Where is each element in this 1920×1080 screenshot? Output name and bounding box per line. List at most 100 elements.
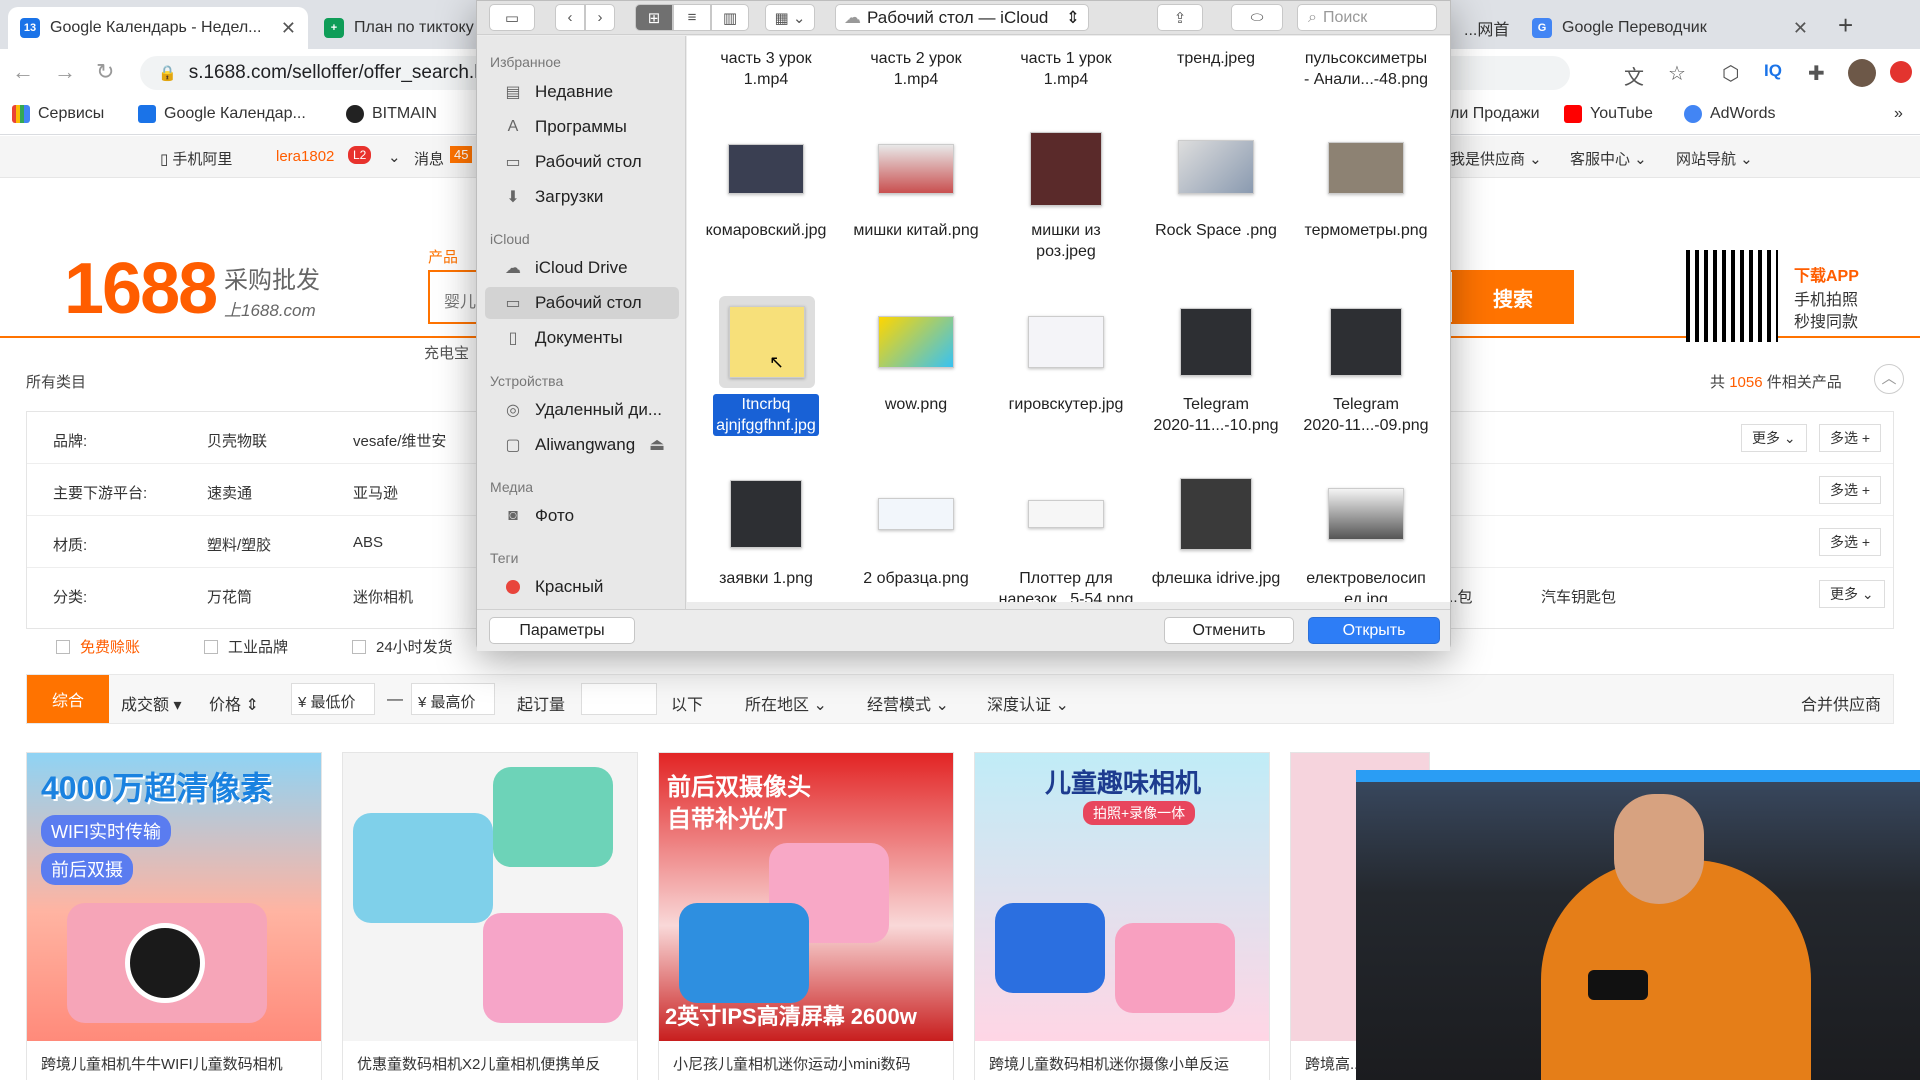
sort-volume[interactable]: 成交额 ▾: [121, 691, 182, 715]
product-title[interactable]: 跨境儿童相机牛牛WIFI儿童数码相机: [41, 1053, 283, 1074]
more-button[interactable]: 更多 ⌄: [1741, 424, 1807, 452]
sidebar-item-remote-disc[interactable]: ◎ Удаленный ди...: [485, 394, 679, 426]
checkbox-box[interactable]: [352, 639, 366, 654]
bookmark-google-calendar[interactable]: Google Календар...: [138, 105, 306, 123]
bookmark-adwords[interactable]: AdWords: [1684, 105, 1776, 123]
list-view-icon[interactable]: ≡: [673, 4, 711, 31]
filter-option[interactable]: 亚马逊: [353, 482, 398, 503]
update-alert-icon[interactable]: [1890, 61, 1912, 83]
tag-icon[interactable]: ⬭: [1231, 4, 1283, 31]
file-thumbnail[interactable]: [1180, 308, 1252, 376]
filter-option[interactable]: 贝壳物联: [207, 430, 267, 451]
file-thumbnail[interactable]: [1028, 316, 1104, 368]
file-thumbnail[interactable]: [878, 498, 954, 530]
sidebar-item-tag-red[interactable]: Красный: [485, 571, 679, 603]
filter-option[interactable]: 塑料/塑胶: [207, 534, 271, 555]
forward-icon[interactable]: →: [54, 59, 76, 85]
file-thumbnail[interactable]: [1328, 488, 1404, 540]
multi-select-button[interactable]: 多选 +: [1819, 528, 1882, 556]
product-card[interactable]: 儿童趣味相机 拍照+录像一体 跨境儿童数码相机迷你摄像小单反运: [974, 752, 1270, 1080]
filter-option[interactable]: ABS: [353, 534, 383, 551]
back-icon[interactable]: ←: [12, 59, 34, 85]
service-menu[interactable]: 客服中心 ⌄: [1570, 148, 1647, 169]
site-nav-menu[interactable]: 网站导航 ⌄: [1676, 148, 1753, 169]
file-item[interactable]: флешка idrive.jpg: [1141, 568, 1291, 589]
file-thumbnail[interactable]: [878, 316, 954, 368]
certification-dropdown[interactable]: 深度认证 ⌄: [987, 691, 1069, 715]
close-tab-icon[interactable]: ✕: [1509, 18, 1512, 39]
sidebar-toggle-icon[interactable]: ▭: [489, 4, 535, 31]
file-item[interactable]: wow.png: [841, 394, 991, 415]
cube-extension-icon[interactable]: ⬡: [1722, 61, 1739, 86]
iq-extension-icon[interactable]: IQ: [1764, 61, 1782, 81]
checkbox-24h-shipping[interactable]: 24小时发货: [352, 636, 453, 657]
file-item[interactable]: Rock Space .png: [1141, 220, 1291, 241]
filter-option[interactable]: 迷你相机: [353, 586, 413, 607]
search-button[interactable]: 搜索: [1452, 270, 1574, 324]
bookmarks-overflow-button[interactable]: »: [1894, 105, 1903, 123]
product-image[interactable]: 前后双摄像头 自带补光灯 2英寸IPS高清屏幕 2600w: [659, 753, 953, 1041]
file-item[interactable]: часть 1 урок 1.mp4: [991, 48, 1141, 90]
filter-option[interactable]: 速卖通: [207, 482, 252, 503]
product-card[interactable]: 前后双摄像头 自带补光灯 2英寸IPS高清屏幕 2600w 小尼孩儿童相机迷你运…: [658, 752, 954, 1080]
file-thumbnail[interactable]: [1180, 478, 1252, 550]
open-button[interactable]: Открыть: [1308, 617, 1440, 644]
tab-1688[interactable]: ...网首 ✕: [1452, 7, 1512, 49]
sidebar-item-icloud-desktop[interactable]: ▭ Рабочий стол: [485, 287, 679, 319]
eject-icon[interactable]: ⏏: [649, 435, 665, 455]
file-item-selected[interactable]: Itncrbq ajnjfggfhnf.jpg: [691, 394, 841, 436]
business-mode-dropdown[interactable]: 经营模式 ⌄: [867, 691, 949, 715]
profile-avatar[interactable]: [1848, 59, 1876, 87]
file-item[interactable]: електровелосип ед.jpg: [1291, 568, 1441, 602]
product-image[interactable]: 儿童趣味相机 拍照+录像一体: [975, 753, 1269, 1041]
file-thumbnail[interactable]: [729, 306, 805, 378]
all-categories[interactable]: 所有类目: [26, 371, 86, 392]
bookmark-youtube[interactable]: YouTube: [1564, 105, 1653, 123]
sidebar-item-recents[interactable]: ▤ Недавние: [485, 76, 679, 108]
filter-option[interactable]: 汽车钥匙包: [1541, 586, 1616, 607]
file-thumbnail[interactable]: [730, 480, 802, 548]
file-item[interactable]: часть 2 урок 1.mp4: [841, 48, 991, 90]
tab-tiktok-plan[interactable]: + План по тиктоку: [312, 7, 482, 49]
more-button[interactable]: 更多 ⌄: [1819, 580, 1885, 608]
file-item[interactable]: 2 образца.png: [841, 568, 991, 589]
multi-select-button[interactable]: 多选 +: [1819, 424, 1882, 452]
filter-option[interactable]: 万花筒: [207, 586, 252, 607]
group-view-icon[interactable]: ▦ ⌄: [765, 4, 815, 31]
file-item[interactable]: Telegram 2020-11...-09.png: [1291, 394, 1441, 436]
file-item[interactable]: часть 3 урок 1.mp4: [691, 48, 841, 90]
forward-icon[interactable]: ›: [585, 4, 615, 31]
file-thumbnail[interactable]: [728, 144, 804, 194]
sidebar-item-photos[interactable]: ◙ Фото: [485, 500, 679, 532]
checkbox-box[interactable]: [204, 639, 218, 654]
file-item[interactable]: термометры.png: [1291, 220, 1441, 241]
column-view-icon[interactable]: ▥: [711, 4, 749, 31]
file-item[interactable]: Плоттер для нарезок...5-54.png: [991, 568, 1141, 602]
file-thumbnail[interactable]: [1030, 132, 1102, 206]
file-item[interactable]: Telegram 2020-11...-10.png: [1141, 394, 1291, 436]
file-item[interactable]: тренд.jpeg: [1141, 48, 1291, 69]
reload-icon[interactable]: ↻: [96, 59, 114, 85]
bookmark-sales[interactable]: ли Продажи: [1450, 105, 1540, 123]
file-thumbnail[interactable]: [1178, 140, 1254, 194]
sidebar-item-downloads[interactable]: ⬇ Загрузки: [485, 181, 679, 213]
logo-1688[interactable]: 1688: [64, 248, 218, 330]
tab-google-translate[interactable]: G Google Переводчик ✕: [1520, 7, 1820, 49]
options-button[interactable]: Параметры: [489, 617, 635, 644]
product-title[interactable]: 优惠童数码相机X2儿童相机便携单反: [357, 1053, 600, 1074]
messages-link[interactable]: 消息: [414, 148, 444, 169]
file-item[interactable]: заявки 1.png: [691, 568, 841, 589]
icon-view-icon[interactable]: ⊞: [635, 4, 673, 31]
close-tab-icon[interactable]: ✕: [1785, 18, 1808, 39]
file-thumbnail[interactable]: [1330, 308, 1402, 376]
hot-search-hint[interactable]: 充电宝: [424, 342, 469, 363]
star-bookmark-icon[interactable]: ☆: [1668, 61, 1686, 86]
product-title[interactable]: 跨境高...: [1305, 1053, 1363, 1074]
sidebar-item-icloud-drive[interactable]: ☁ iCloud Drive: [485, 252, 679, 284]
tab-google-calendar[interactable]: 13 Google Календарь - Недел... ✕: [8, 7, 308, 49]
max-price-input[interactable]: ¥ 最高价: [411, 683, 495, 715]
file-thumbnail[interactable]: [1028, 500, 1104, 528]
file-thumbnail[interactable]: [1328, 142, 1404, 194]
checkbox-box[interactable]: [56, 639, 70, 654]
supplier-menu[interactable]: 我是供应商 ⌄: [1450, 148, 1542, 169]
